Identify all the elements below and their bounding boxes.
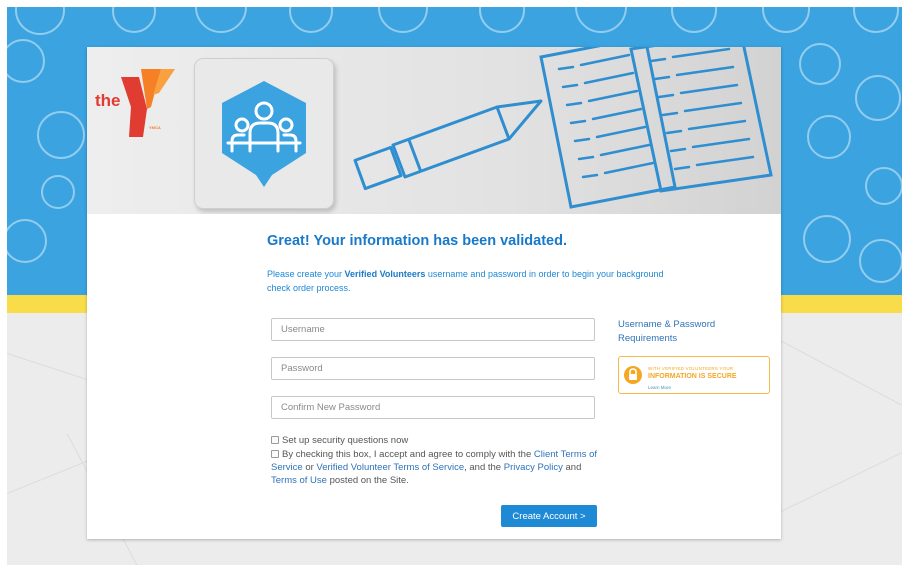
secure-badge[interactable]: WITH VERIFIED VOLUNTEERS YOUR INFORMATIO… xyxy=(618,356,770,394)
secure-badge-line1: WITH VERIFIED VOLUNTEERS YOUR xyxy=(648,366,734,371)
signup-card: the YMCA Great! Your information has bee… xyxy=(87,47,781,539)
volunteer-group-icon xyxy=(212,77,316,189)
ymca-logo-mark: YMCA xyxy=(149,125,161,130)
terms-of-use-link[interactable]: Terms of Use xyxy=(271,475,327,486)
security-questions-checkbox[interactable] xyxy=(271,436,279,444)
page-title: Great! Your information has been validat… xyxy=(267,233,567,249)
learn-more-link[interactable]: Learn More xyxy=(648,385,671,390)
security-questions-row: Set up security questions now xyxy=(271,434,408,447)
password-input[interactable] xyxy=(271,357,595,380)
create-account-button[interactable]: Create Account > xyxy=(501,505,597,527)
username-input[interactable] xyxy=(271,318,595,341)
confirm-password-input[interactable] xyxy=(271,396,595,419)
privacy-policy-link[interactable]: Privacy Policy xyxy=(504,462,563,473)
intro-text: Please create your Verified Volunteers u… xyxy=(267,269,664,293)
security-questions-label: Set up security questions now xyxy=(282,435,409,446)
vv-terms-link[interactable]: Verified Volunteer Terms of Service xyxy=(316,462,464,473)
pencil-and-checklist-icon xyxy=(345,47,781,214)
lock-icon xyxy=(624,366,642,384)
secure-badge-line2: INFORMATION IS SECURE xyxy=(648,373,737,380)
ymca-logo-text: the xyxy=(95,91,121,110)
requirements-link[interactable]: Username & Password Requirements xyxy=(618,318,758,346)
terms-row: By checking this box, I accept and agree… xyxy=(271,449,598,486)
volunteer-tile xyxy=(194,58,334,209)
terms-checkbox[interactable] xyxy=(271,450,279,458)
header-banner: the YMCA xyxy=(87,47,781,214)
brand-name: Verified Volunteers xyxy=(344,269,426,279)
